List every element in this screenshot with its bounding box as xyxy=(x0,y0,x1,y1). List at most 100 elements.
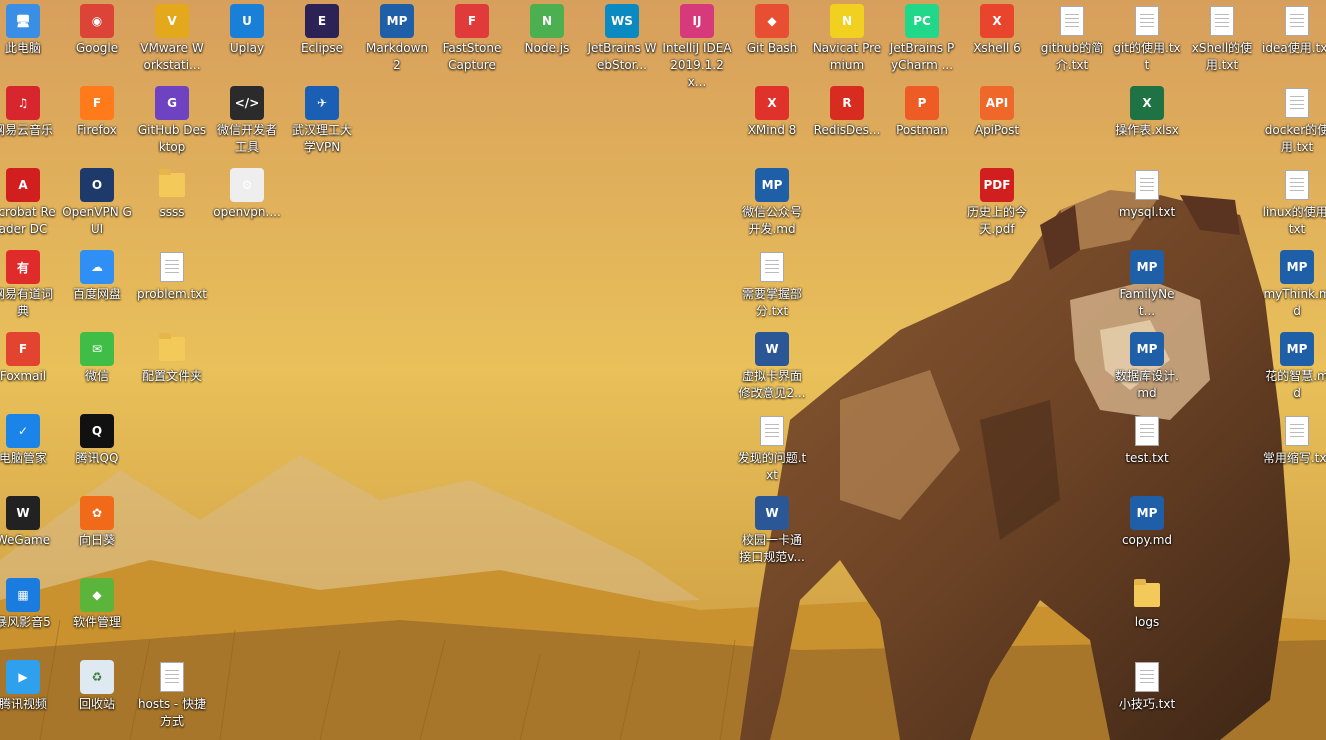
desktop-icon[interactable]: U Uplay xyxy=(210,0,284,57)
desktop-icon[interactable]: ✿ 向日葵 xyxy=(60,492,134,549)
desktop-icon[interactable]: V VMware Workstati... xyxy=(135,0,209,74)
desktop-icon[interactable]: ssss xyxy=(135,164,209,221)
desktop-icon-label: OpenVPN GUI xyxy=(62,205,132,236)
folder-icon xyxy=(1130,578,1164,612)
text-file-icon xyxy=(1205,4,1239,38)
desktop-icon[interactable]: 发现的问题.txt xyxy=(735,410,809,484)
wechat-icon: ✉ xyxy=(80,332,114,366)
desktop-icon[interactable]: 需要掌握部分.txt xyxy=(735,246,809,320)
desktop-icon[interactable]: ✈ 武汉理工大学VPN xyxy=(285,82,359,156)
desktop-icon[interactable]: 🖥 此电脑 xyxy=(0,0,60,57)
desktop-icon[interactable]: W WeGame xyxy=(0,492,60,549)
markdown-file-icon: MP xyxy=(1130,332,1164,366)
desktop-icon-label: 微信公众号开发.md xyxy=(741,205,802,236)
desktop-icon-label: Git Bash xyxy=(746,41,798,55)
desktop-icon[interactable]: W 虚拟卡界面修改意见2... xyxy=(735,328,809,402)
desktop-icon[interactable]: problem.txt xyxy=(135,246,209,303)
desktop-icon[interactable]: MP 花的智慧.md xyxy=(1260,328,1326,402)
desktop-icon[interactable]: git的使用.txt xyxy=(1110,0,1184,74)
desktop-icon[interactable]: ♻ 回收站 xyxy=(60,656,134,713)
desktop-icon-label: docker的使用.txt xyxy=(1264,123,1326,154)
desktop-icon[interactable]: MP myThink.md xyxy=(1260,246,1326,320)
desktop-icon[interactable]: ⚙ openvpn.... xyxy=(210,164,284,221)
desktop-icon[interactable]: ✉ 微信 xyxy=(60,328,134,385)
desktop-icon-label: 微信 xyxy=(84,369,109,383)
desktop-icon[interactable]: P Postman xyxy=(885,82,959,139)
desktop-icon-label: Foxmail xyxy=(0,369,47,383)
text-file-icon xyxy=(1130,168,1164,202)
desktop-icon-label: 网易有道词典 xyxy=(0,287,53,318)
text-file-icon xyxy=(1130,4,1164,38)
desktop-icon[interactable]: E Eclipse xyxy=(285,0,359,57)
desktop-icon[interactable]: linux的使用.txt xyxy=(1260,164,1326,238)
desktop-icon[interactable]: MP copy.md xyxy=(1110,492,1184,549)
computer-icon: 🖥 xyxy=(6,4,40,38)
desktop-icon-label: Postman xyxy=(896,123,948,137)
word-file-icon: W xyxy=(755,496,789,530)
desktop-icon-label: Xshell 6 xyxy=(973,41,1021,55)
desktop-icon[interactable]: O OpenVPN GUI xyxy=(60,164,134,238)
desktop-icon[interactable]: WS JetBrains WebStor... xyxy=(585,0,659,74)
desktop-icon[interactable]: ♫ 网易云音乐 xyxy=(0,82,60,139)
desktop-icon[interactable]: idea使用.txt xyxy=(1260,0,1326,57)
desktop-icon[interactable]: G GitHub Desktop xyxy=(135,82,209,156)
desktop-icon[interactable]: MP FamilyNet... xyxy=(1110,246,1184,320)
desktop-icon-label: JetBrains WebStor... xyxy=(587,41,657,72)
desktop-icon[interactable]: github的简介.txt xyxy=(1035,0,1109,74)
desktop-icon[interactable]: F FastStone Capture xyxy=(435,0,509,74)
desktop-icon[interactable]: ◆ 软件管理 xyxy=(60,574,134,631)
desktop-icon[interactable]: AAcrobat Reader DC xyxy=(0,164,60,238)
desktop-icon[interactable]: X 操作表.xlsx xyxy=(1110,82,1184,139)
faststone-icon: F xyxy=(455,4,489,38)
desktop-icon[interactable]: PC JetBrains PyCharm ... xyxy=(885,0,959,74)
desktop-icon-label: 花的智慧.md xyxy=(1265,369,1326,400)
desktop-icon[interactable]: docker的使用.txt xyxy=(1260,82,1326,156)
desktop-icon[interactable]: 配置文件夹 xyxy=(135,328,209,385)
wechat-devtools-icon: </> xyxy=(230,86,264,120)
desktop-icon[interactable]: ▶ 腾讯视频 xyxy=(0,656,60,713)
desktop-icon[interactable]: F Foxmail xyxy=(0,328,60,385)
desktop-icon[interactable]: R RedisDes... xyxy=(810,82,884,139)
desktop-icon[interactable]: API ApiPost xyxy=(960,82,1034,139)
desktop-icon[interactable]: mysql.txt xyxy=(1110,164,1184,221)
xmind-icon: X xyxy=(755,86,789,120)
desktop-icon[interactable]: PDF 历史上的今天.pdf xyxy=(960,164,1034,238)
desktop-icon-label: 虚拟卡界面修改意见2... xyxy=(738,369,806,400)
desktop-icon[interactable]: N Node.js xyxy=(510,0,584,57)
pdf-file-icon: PDF xyxy=(980,168,1014,202)
desktop-icon-label: 网易云音乐 xyxy=(0,123,53,137)
desktop-icon[interactable]: N Navicat Premium xyxy=(810,0,884,74)
desktop-icon[interactable]: hosts - 快捷方式 xyxy=(135,656,209,730)
desktop-icon[interactable]: logs xyxy=(1110,574,1184,631)
desktop-icon-label: logs xyxy=(1134,615,1160,629)
webstorm-icon: WS xyxy=(605,4,639,38)
desktop-icon[interactable]: F Firefox xyxy=(60,82,134,139)
desktop-icon-label: 数据库设计.md xyxy=(1115,369,1179,400)
intellij-icon: IJ xyxy=(680,4,714,38)
nodejs-icon: N xyxy=(530,4,564,38)
desktop-icon-label: Firefox xyxy=(77,123,117,137)
desktop-icon[interactable]: MP 微信公众号开发.md xyxy=(735,164,809,238)
desktop-icon[interactable]: X Xshell 6 xyxy=(960,0,1034,57)
desktop-icon-label: Markdown 2 xyxy=(366,41,428,72)
desktop-icon[interactable]: ▦ 暴风影音5 xyxy=(0,574,60,631)
desktop-icon[interactable]: X XMind 8 xyxy=(735,82,809,139)
desktop-icon[interactable]: IJ IntelliJ IDEA 2019.1.2 x... xyxy=(660,0,734,91)
markdown-file-icon: MP xyxy=(1280,250,1314,284)
desktop-icon[interactable]: test.txt xyxy=(1110,410,1184,467)
desktop-icon[interactable]: xShell的使用.txt xyxy=(1185,0,1259,74)
desktop-icon-label: FamilyNet... xyxy=(1119,287,1175,318)
desktop-icon[interactable]: 常用缩写.txt xyxy=(1260,410,1326,467)
desktop-icon[interactable]: MP 数据库设计.md xyxy=(1110,328,1184,402)
desktop-icon[interactable]: ✓ 电脑管家 xyxy=(0,410,60,467)
baofeng-icon: ▦ xyxy=(6,578,40,612)
desktop-icon[interactable]: 有网易有道词典 xyxy=(0,246,60,320)
desktop-icon[interactable]: MP Markdown 2 xyxy=(360,0,434,74)
desktop-icon[interactable]: </> 微信开发者工具 xyxy=(210,82,284,156)
desktop-icon[interactable]: ◆ Git Bash xyxy=(735,0,809,57)
desktop-icon[interactable]: ◉ Google xyxy=(60,0,134,57)
desktop-icon[interactable]: Q 腾讯QQ xyxy=(60,410,134,467)
desktop-icon[interactable]: W 校园一卡通接口规范v... xyxy=(735,492,809,566)
desktop-icon[interactable]: 小技巧.txt xyxy=(1110,656,1184,713)
desktop-icon[interactable]: ☁ 百度网盘 xyxy=(60,246,134,303)
